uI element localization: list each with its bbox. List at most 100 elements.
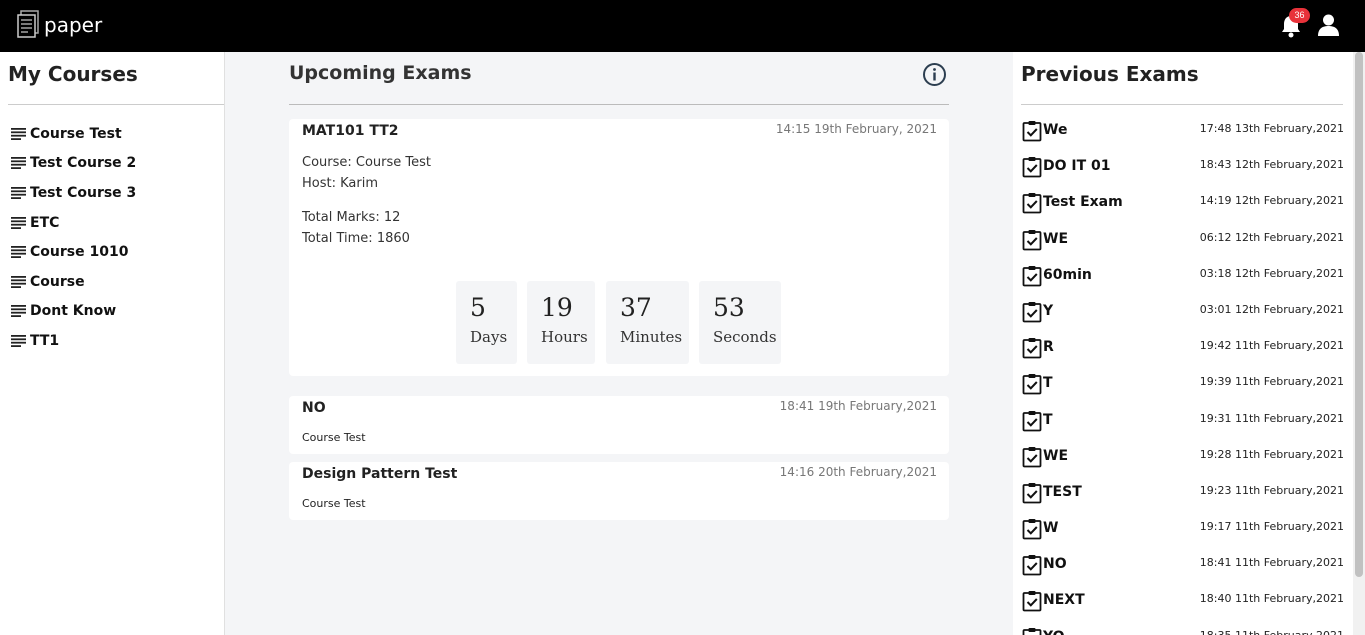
clipboard-check-icon: [1022, 157, 1042, 178]
previous-exam-item[interactable]: W 19:17 11th February,2021: [1022, 516, 1344, 552]
previous-exam-name: YO: [1043, 629, 1065, 635]
previous-exam-name: TEST: [1043, 483, 1082, 500]
countdown-label: Seconds: [713, 328, 777, 346]
previous-exam-item[interactable]: T 19:39 11th February,2021: [1022, 371, 1344, 407]
my-courses-panel: My Courses Course Test Test Course 2 Test …: [0, 52, 225, 635]
countdown-seconds: 53 Seconds: [699, 281, 781, 364]
previous-exam-datetime: 18:35 11th February,2021: [1200, 629, 1344, 635]
previous-exam-item[interactable]: R 19:42 11th February,2021: [1022, 335, 1344, 371]
previous-exam-item[interactable]: NO 18:41 11th February,2021: [1022, 552, 1344, 588]
previous-exam-datetime: 03:01 12th February,2021: [1199, 302, 1344, 316]
previous-exam-item[interactable]: WE 06:12 12th February,2021: [1022, 227, 1344, 263]
previous-exam-item[interactable]: NEXT 18:40 11th February,2021: [1022, 588, 1344, 624]
course-item[interactable]: Dont Know: [11, 297, 136, 327]
previous-exam-item[interactable]: Test Exam 14:19 12th February,2021: [1022, 190, 1344, 226]
course-item[interactable]: Course: [11, 267, 136, 297]
exam-datetime: 14:15 19th February, 2021: [775, 122, 937, 136]
course-name: Test Course 3: [30, 184, 137, 201]
exam-host: Host: Karim: [302, 176, 378, 191]
previous-exam-name: T: [1043, 411, 1053, 428]
previous-exam-datetime: 19:23 11th February,2021: [1199, 483, 1344, 497]
list-lines-icon: [11, 216, 26, 229]
course-item[interactable]: Course Test: [11, 119, 136, 149]
previous-exam-list: We 17:48 13th February,2021 DO IT 01 18:43 …: [1022, 118, 1344, 635]
previous-exam-datetime: 14:19 12th February,2021: [1199, 194, 1344, 208]
course-item[interactable]: Course 1010: [11, 237, 136, 267]
top-navbar: paper 36: [0, 0, 1365, 52]
countdown-value: 19: [541, 293, 573, 322]
previous-exam-item[interactable]: WE 19:28 11th February,2021: [1022, 444, 1344, 480]
previous-exam-datetime: 18:40 11th February,2021: [1199, 592, 1344, 606]
exam-course: Course: Course Test: [302, 155, 432, 170]
previous-exam-datetime: 19:42 11th February,2021: [1199, 339, 1344, 353]
course-item[interactable]: Test Course 3: [11, 178, 136, 208]
countdown-label: Days: [470, 328, 508, 346]
divider: [289, 104, 949, 105]
previous-exam-item[interactable]: YO 18:35 11th February,2021: [1022, 625, 1344, 635]
previous-exam-datetime: 17:48 13th February,2021: [1199, 122, 1344, 135]
featured-exam-card[interactable]: MAT101 TT2 14:15 19th February, 2021 Cou…: [289, 119, 949, 376]
previous-exam-datetime: 03:18 12th February,2021: [1199, 266, 1344, 280]
course-name: Course 1010: [30, 244, 129, 261]
previous-exam-name: WE: [1043, 447, 1069, 464]
previous-exam-datetime: 18:41 11th February,2021: [1199, 556, 1344, 570]
clipboard-check-icon: [1022, 555, 1042, 576]
upcoming-exam-card[interactable]: Design Pattern Test 14:16 20th February,…: [289, 462, 949, 520]
page-scrollbar[interactable]: [1353, 52, 1365, 635]
countdown-days: 5 Days: [456, 281, 517, 364]
info-icon[interactable]: [922, 62, 947, 87]
exam-course: Course Test: [302, 497, 366, 510]
clipboard-check-icon: [1022, 410, 1042, 431]
list-lines-icon: [11, 334, 26, 347]
previous-exam-item[interactable]: Y 03:01 12th February,2021: [1022, 299, 1344, 335]
course-item[interactable]: ETC: [11, 208, 136, 238]
countdown-label: Minutes: [620, 328, 683, 346]
exam-course: Course Test: [302, 431, 366, 444]
user-profile-icon[interactable]: [1318, 14, 1339, 36]
course-name: Test Course 2: [30, 155, 137, 172]
previous-exam-datetime: 19:39 11th February,2021: [1199, 375, 1344, 389]
brand[interactable]: paper: [16, 10, 102, 40]
clipboard-check-icon: [1022, 519, 1042, 540]
clipboard-check-icon: [1022, 265, 1042, 287]
previous-exam-name: Y: [1043, 302, 1054, 319]
course-item[interactable]: TT1: [11, 326, 136, 356]
previous-exam-item[interactable]: TEST 19:23 11th February,2021: [1022, 480, 1344, 516]
previous-exam-name: We: [1043, 122, 1068, 138]
course-list: Course Test Test Course 2 Test Course 3 ETC…: [11, 119, 136, 356]
clipboard-check-icon: [1022, 374, 1042, 395]
previous-exam-item[interactable]: 60min 03:18 12th February,2021: [1022, 263, 1344, 299]
countdown-minutes: 37 Minutes: [606, 281, 689, 364]
previous-exam-name: NO: [1043, 556, 1067, 573]
list-lines-icon: [11, 305, 26, 318]
previous-exam-item[interactable]: DO IT 01 18:43 12th February,2021: [1022, 154, 1344, 190]
clipboard-check-icon: [1022, 627, 1042, 635]
previous-exam-name: T: [1043, 375, 1053, 392]
countdown-hours: 19 Hours: [527, 281, 595, 364]
list-lines-icon: [11, 275, 26, 288]
course-item[interactable]: Test Course 2: [11, 149, 136, 179]
course-name: Course: [30, 273, 85, 290]
previous-exam-name: WE: [1043, 230, 1069, 247]
scrollbar-thumb[interactable]: [1355, 52, 1363, 577]
list-lines-icon: [11, 127, 26, 140]
exam-name: MAT101 TT2: [302, 123, 399, 139]
previous-exam-datetime: 19:28 11th February,2021: [1199, 447, 1344, 461]
clipboard-check-icon: [1022, 338, 1042, 359]
exam-name: NO: [302, 400, 326, 416]
previous-exam-name: R: [1043, 339, 1054, 356]
previous-exam-name: W: [1043, 520, 1059, 537]
clipboard-check-icon: [1022, 301, 1042, 323]
previous-exam-item[interactable]: T 19:31 11th February,2021: [1022, 408, 1344, 444]
app-name: paper: [44, 13, 103, 37]
course-name: TT1: [30, 332, 60, 349]
previous-exam-item[interactable]: We 17:48 13th February,2021: [1022, 118, 1344, 154]
exam-total-time: Total Time: 1860: [302, 231, 410, 246]
previous-exam-name: NEXT: [1043, 592, 1085, 609]
my-courses-title: My Courses: [8, 62, 138, 86]
previous-exam-datetime: 19:31 11th February,2021: [1199, 411, 1344, 425]
course-name: Dont Know: [30, 303, 117, 320]
divider: [1021, 104, 1343, 105]
upcoming-exam-card[interactable]: NO 18:41 19th February,2021 Course Test: [289, 396, 949, 454]
exam-total-marks: Total Marks: 12: [302, 210, 401, 225]
